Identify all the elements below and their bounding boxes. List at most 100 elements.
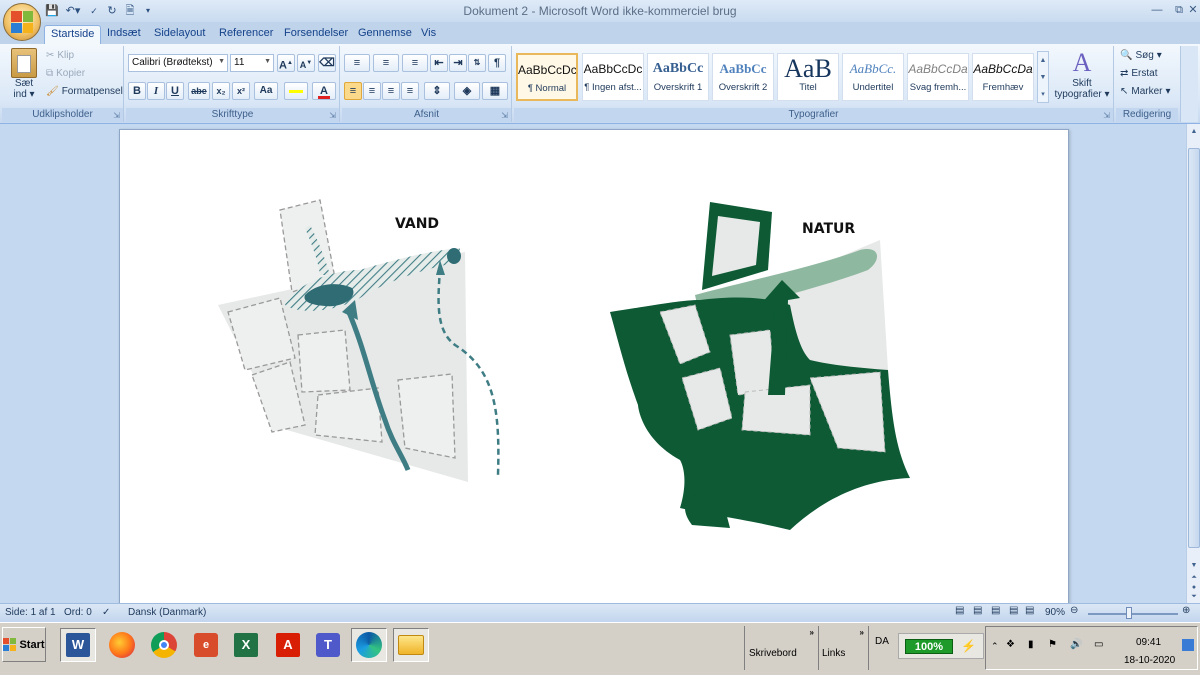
- full-screen-reading-icon[interactable]: ▤: [973, 605, 982, 616]
- tab-referencer[interactable]: Referencer: [213, 25, 279, 44]
- zoom-in-icon[interactable]: ⊕: [1182, 605, 1190, 616]
- styles-gallery-scroll[interactable]: ▲ ▼ ▾: [1037, 51, 1049, 103]
- zoom-level[interactable]: 90%: [1045, 607, 1065, 618]
- change-styles-button[interactable]: A Skift typografier ▾: [1052, 48, 1112, 100]
- firefox-icon[interactable]: [104, 628, 140, 662]
- zoom-slider-thumb[interactable]: [1126, 607, 1132, 619]
- acrobat-icon[interactable]: A: [270, 628, 306, 662]
- close-icon[interactable]: ✕: [1186, 1, 1200, 19]
- italic-button[interactable]: I: [147, 82, 165, 100]
- dialog-launcher-icon[interactable]: ⇲: [329, 111, 336, 120]
- change-case-button[interactable]: Aa: [254, 82, 278, 100]
- outline-icon[interactable]: ▤: [1009, 605, 1018, 616]
- clock-time[interactable]: 09:41: [1136, 637, 1161, 648]
- style-emphasis[interactable]: AaBbCcDa Fremhæv: [972, 53, 1034, 101]
- dialog-launcher-icon[interactable]: ⇲: [501, 111, 508, 120]
- style-heading-2[interactable]: AaBbCc Overskrift 2: [712, 53, 774, 101]
- excel-icon[interactable]: X: [228, 628, 264, 662]
- tab-forsendelser[interactable]: Forsendelser: [278, 25, 354, 44]
- bullets-icon[interactable]: ≡: [344, 54, 370, 72]
- copy-button[interactable]: ⧉ Kopier: [46, 68, 85, 79]
- superscript-button[interactable]: x²: [232, 82, 250, 100]
- word-count[interactable]: Ord: 0: [64, 607, 92, 618]
- start-button[interactable]: Start: [2, 627, 46, 662]
- replace-button[interactable]: ⇄ Erstat: [1120, 68, 1158, 79]
- multilevel-list-icon[interactable]: ≡: [402, 54, 428, 72]
- language-bar[interactable]: DA: [868, 626, 894, 670]
- font-name-combo[interactable]: Calibri (Brødtekst) ▼: [128, 54, 228, 72]
- find-button[interactable]: 🔍 Søg ▾: [1120, 50, 1162, 61]
- bold-button[interactable]: B: [128, 82, 146, 100]
- flag-icon[interactable]: ⚑: [1048, 639, 1057, 650]
- next-page-icon[interactable]: ⏷: [1188, 591, 1200, 603]
- tab-gennemse[interactable]: Gennemse: [352, 25, 418, 44]
- tab-vis[interactable]: Vis: [415, 25, 442, 44]
- style-subtitle[interactable]: AaBbCc. Undertitel: [842, 53, 904, 101]
- volume-icon[interactable]: 🔊: [1070, 639, 1082, 650]
- office-button[interactable]: [3, 3, 41, 41]
- shrink-font-button[interactable]: A▼: [297, 54, 315, 72]
- page-count[interactable]: Side: 1 af 1: [5, 607, 56, 618]
- chevron-right-icon[interactable]: »: [860, 628, 864, 637]
- desktop-toolbar[interactable]: » Skrivebord: [744, 626, 818, 670]
- strikethrough-button[interactable]: abe: [188, 82, 210, 100]
- chevron-right-icon[interactable]: »: [810, 628, 814, 637]
- scroll-thumb[interactable]: [1188, 148, 1200, 548]
- draft-icon[interactable]: ▤: [1025, 605, 1034, 616]
- style-subtle-emphasis[interactable]: AaBbCcDa Svag fremh...: [907, 53, 969, 101]
- borders-icon[interactable]: ▦: [482, 82, 508, 100]
- clock-date[interactable]: 18-10-2020: [1124, 655, 1175, 666]
- decrease-indent-icon[interactable]: ⇤: [430, 54, 448, 72]
- chrome-icon[interactable]: [146, 628, 182, 662]
- font-color-icon[interactable]: A: [312, 82, 336, 100]
- device-icon[interactable]: ▭: [1094, 639, 1103, 650]
- format-painter-button[interactable]: 🖌 Formatpensel: [46, 86, 123, 97]
- align-left-icon[interactable]: ≡: [344, 82, 362, 100]
- select-button[interactable]: ↖ Marker ▾: [1120, 86, 1171, 97]
- vertical-scrollbar[interactable]: ▲ ▼ ⏶ ● ⏷: [1186, 124, 1200, 603]
- language-status[interactable]: Dansk (Danmark): [128, 607, 206, 618]
- minimize-icon[interactable]: —: [1146, 1, 1168, 19]
- subscript-button[interactable]: x₂: [212, 82, 230, 100]
- tab-sidelayout[interactable]: Sidelayout: [148, 25, 211, 44]
- print-layout-icon[interactable]: ▤: [955, 605, 964, 616]
- grow-font-button[interactable]: A▲: [277, 54, 295, 72]
- tab-indsaet[interactable]: Indsæt: [101, 25, 147, 44]
- battery-widget[interactable]: 100% ⚡: [898, 633, 984, 659]
- file-explorer-icon[interactable]: [393, 628, 429, 662]
- numbering-icon[interactable]: ≡: [373, 54, 399, 72]
- underline-button[interactable]: U: [166, 82, 184, 100]
- notification-icon[interactable]: [1182, 639, 1194, 651]
- dialog-launcher-icon[interactable]: ⇲: [113, 111, 120, 120]
- word-icon[interactable]: W: [60, 628, 96, 662]
- chevron-up-icon[interactable]: ⌃: [991, 641, 999, 652]
- clear-format-icon[interactable]: ⌫: [318, 54, 336, 72]
- edge-icon[interactable]: [351, 628, 387, 662]
- zoom-slider[interactable]: [1088, 613, 1178, 615]
- increase-indent-icon[interactable]: ⇥: [449, 54, 467, 72]
- libreoffice-impress-icon[interactable]: e: [188, 628, 224, 662]
- web-layout-icon[interactable]: ▤: [991, 605, 1000, 616]
- dialog-launcher-icon[interactable]: ⇲: [1103, 111, 1110, 120]
- proofing-icon[interactable]: ✓: [102, 607, 110, 618]
- pilcrow-icon[interactable]: ¶: [488, 54, 506, 72]
- justify-icon[interactable]: ≡: [401, 82, 419, 100]
- scroll-down-icon[interactable]: ▼: [1188, 560, 1200, 572]
- links-toolbar[interactable]: » Links: [818, 626, 868, 670]
- line-spacing-icon[interactable]: ⇕: [424, 82, 450, 100]
- document-page[interactable]: VAND NATUR: [119, 129, 1069, 603]
- teams-icon[interactable]: T: [310, 628, 346, 662]
- cut-button[interactable]: ✂ Klip: [46, 50, 74, 61]
- sort-icon[interactable]: ⇅: [468, 54, 486, 72]
- align-right-icon[interactable]: ≡: [382, 82, 400, 100]
- zoom-out-icon[interactable]: ⊖: [1070, 605, 1078, 616]
- paste-button[interactable]: Sæt ind ▾: [6, 48, 42, 100]
- scroll-up-icon[interactable]: ▲: [1188, 126, 1200, 138]
- style-title[interactable]: AaB Titel: [777, 53, 839, 101]
- style-no-spacing[interactable]: AaBbCcDc ¶ Ingen afst...: [582, 53, 644, 101]
- style-heading-1[interactable]: AaBbCc Overskrift 1: [647, 53, 709, 101]
- tab-startside[interactable]: Startside: [44, 25, 102, 44]
- shading-icon[interactable]: ◈: [454, 82, 480, 100]
- dropbox-icon[interactable]: ❖: [1006, 639, 1015, 650]
- network-icon[interactable]: ▮: [1028, 639, 1034, 650]
